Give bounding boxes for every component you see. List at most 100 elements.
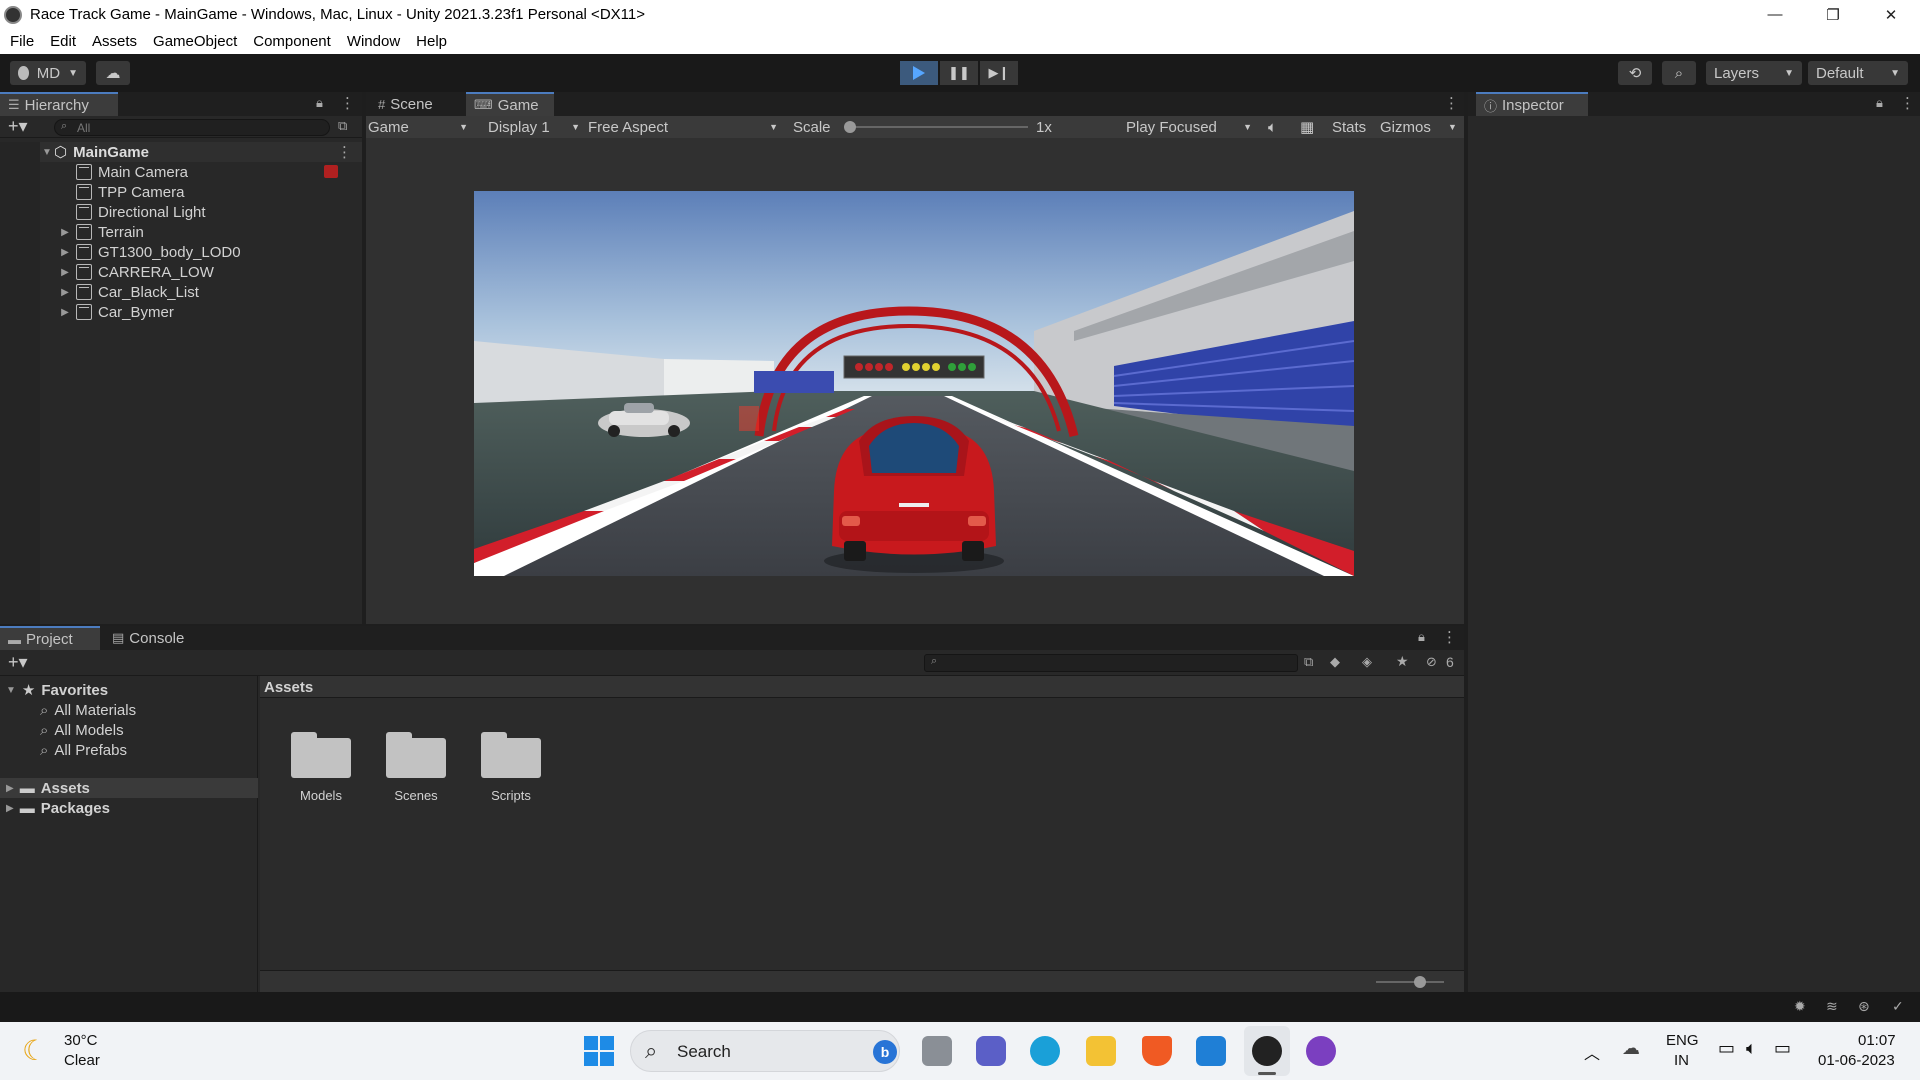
maximize-button[interactable]: ❐ [1804, 0, 1862, 29]
expand-arrow-icon[interactable]: ▶ [58, 307, 72, 318]
chevron-up-icon[interactable]: ︿ [1584, 1040, 1600, 1064]
hierarchy-item[interactable]: TPP Camera [0, 182, 362, 202]
play-mode-dropdown[interactable]: Play Focused ▼ [1126, 116, 1256, 138]
bake-icon[interactable]: ⊛ [1858, 998, 1870, 1015]
menu-component[interactable]: Component [245, 33, 339, 50]
check-icon[interactable]: ✓ [1892, 998, 1904, 1015]
menu-window[interactable]: Window [339, 33, 408, 50]
scale-slider[interactable] [844, 121, 1028, 133]
tab-hierarchy[interactable]: ☰ Hierarchy [0, 92, 118, 116]
tree-item-packages[interactable]: ▶ ▬ Packages [6, 798, 110, 818]
region-label[interactable]: IN [1674, 1052, 1689, 1069]
menu-file[interactable]: File [2, 33, 42, 50]
add-icon[interactable]: +▾ [8, 652, 28, 673]
layout-dropdown[interactable]: Default ▼ [1808, 61, 1908, 85]
mute-audio-button[interactable]: 🔈︎ [1268, 116, 1277, 138]
stats-grid-button[interactable]: ▦ [1300, 116, 1314, 138]
start-button[interactable] [584, 1036, 614, 1066]
expand-arrow-icon[interactable]: ▶ [58, 227, 72, 238]
stats-button[interactable]: Stats [1332, 116, 1366, 138]
hierarchy-item[interactable]: ▶ Car_Bymer [0, 302, 362, 322]
hierarchy-item[interactable]: Main Camera [0, 162, 362, 182]
search-filter-icon[interactable]: ⧉ [1304, 654, 1313, 670]
aspect-dropdown[interactable]: Free Aspect ▼ [588, 116, 784, 138]
type-filter-icon[interactable]: ◆ [1330, 654, 1340, 670]
icon-size-slider-handle[interactable] [1414, 976, 1426, 988]
folder-item-scenes[interactable]: Scenes [381, 730, 451, 803]
breadcrumb-assets[interactable]: Assets [264, 679, 313, 696]
hierarchy-item[interactable]: ▶ GT1300_body_LOD0 [0, 242, 362, 262]
layers-dropdown[interactable]: Layers ▼ [1706, 61, 1802, 85]
vscode-icon[interactable] [1196, 1036, 1226, 1066]
scene-visibility-icon[interactable]: ⧉ [338, 118, 347, 134]
history-button[interactable]: ⟲ [1618, 61, 1652, 85]
favorite-item[interactable]: ⌕ All Materials [40, 700, 136, 720]
favorite-item[interactable]: ⌕ All Models [40, 720, 124, 740]
github-desktop-icon[interactable] [1306, 1036, 1336, 1066]
lock-icon[interactable]: 🔒︎ [1418, 629, 1425, 645]
folder-item-models[interactable]: Models [286, 730, 356, 803]
favorites-header[interactable]: ▼ ★ Favorites [6, 680, 108, 700]
label-filter-icon[interactable]: ◈ [1362, 654, 1372, 670]
display-dropdown[interactable]: Display 1 ▼ [488, 116, 584, 138]
menu-edit[interactable]: Edit [42, 33, 84, 50]
scale-slider-handle[interactable] [844, 121, 856, 133]
battery-icon[interactable]: ▭ [1774, 1038, 1791, 1059]
favorite-star-icon[interactable]: ★ [1396, 653, 1409, 670]
expand-arrow-icon[interactable]: ▶ [58, 287, 72, 298]
favorite-item[interactable]: ⌕ All Prefabs [40, 740, 127, 760]
scene-row[interactable]: ▼ ⬡ MainGame ⋮ [0, 142, 362, 162]
step-button[interactable]: ▶❙ [980, 61, 1018, 85]
weather-temp[interactable]: 30°C [64, 1032, 98, 1049]
chevron-down-icon[interactable]: ▼ [1448, 116, 1457, 138]
pause-button[interactable]: ❚❚ [940, 61, 978, 85]
expand-arrow-icon[interactable]: ▶ [6, 803, 14, 814]
menu-assets[interactable]: Assets [84, 33, 145, 50]
network-icon[interactable]: ▭ [1718, 1038, 1735, 1059]
more-icon[interactable]: ⋮ [1900, 94, 1915, 112]
hierarchy-item[interactable]: ▶ Terrain [0, 222, 362, 242]
weather-desc[interactable]: Clear [64, 1052, 100, 1069]
icon-size-slider[interactable] [1376, 976, 1444, 988]
unity-taskbar-active[interactable] [1244, 1026, 1290, 1076]
onedrive-icon[interactable]: ☁ [1622, 1038, 1640, 1059]
lock-icon[interactable]: 🔒︎ [316, 95, 323, 111]
file-explorer-icon[interactable] [1086, 1036, 1116, 1066]
hierarchy-item[interactable]: Directional Light [0, 202, 362, 222]
menu-help[interactable]: Help [408, 33, 455, 50]
folder-item-scripts[interactable]: Scripts [476, 730, 546, 803]
volume-icon[interactable]: 🔈︎ [1746, 1038, 1757, 1059]
lang-label[interactable]: ENG [1666, 1032, 1699, 1049]
menu-gameobject[interactable]: GameObject [145, 33, 245, 50]
more-icon[interactable]: ⋮ [340, 94, 355, 112]
tab-inspector[interactable]: ⓘ Inspector [1476, 92, 1588, 116]
lock-icon[interactable]: 🔒︎ [1876, 95, 1883, 111]
taskbar-search[interactable]: ⌕ Search b [630, 1030, 900, 1072]
task-view-icon[interactable] [922, 1036, 952, 1066]
game-render-view[interactable] [474, 191, 1354, 576]
expand-arrow-icon[interactable]: ▶ [6, 783, 14, 794]
hidden-packages-icon[interactable]: ⊘ [1426, 654, 1437, 670]
tab-project[interactable]: ▬ Project [0, 626, 100, 650]
expand-arrow-icon[interactable]: ▶ [58, 267, 72, 278]
more-icon[interactable]: ⋮ [1442, 628, 1457, 646]
edge-icon[interactable] [1030, 1036, 1060, 1066]
cloud-button[interactable]: ☁ [96, 61, 130, 85]
clock-time[interactable]: 01:07 [1858, 1032, 1896, 1049]
debug-icon[interactable]: ✹ [1794, 998, 1806, 1015]
game-mode-dropdown[interactable]: Game ▼ [368, 116, 474, 138]
play-button[interactable] [900, 61, 938, 85]
minimize-button[interactable]: — [1746, 0, 1804, 29]
clock-date[interactable]: 01-06-2023 [1818, 1052, 1895, 1069]
tab-scene[interactable]: # Scene [370, 92, 464, 116]
hierarchy-search-input[interactable]: ⌕ All [54, 119, 330, 136]
more-icon[interactable]: ⋮ [337, 143, 352, 161]
hierarchy-item[interactable]: ▶ Car_Black_List [0, 282, 362, 302]
tab-game[interactable]: ⌨ Game [466, 92, 554, 116]
tab-console[interactable]: ▤ Console [104, 626, 208, 650]
brave-icon[interactable] [1142, 1036, 1172, 1066]
gizmos-button[interactable]: Gizmos [1380, 116, 1431, 138]
account-dropdown[interactable]: MD ▼ [10, 61, 86, 85]
expand-arrow-icon[interactable]: ▶ [58, 247, 72, 258]
project-search-input[interactable]: ⌕ [924, 654, 1298, 672]
